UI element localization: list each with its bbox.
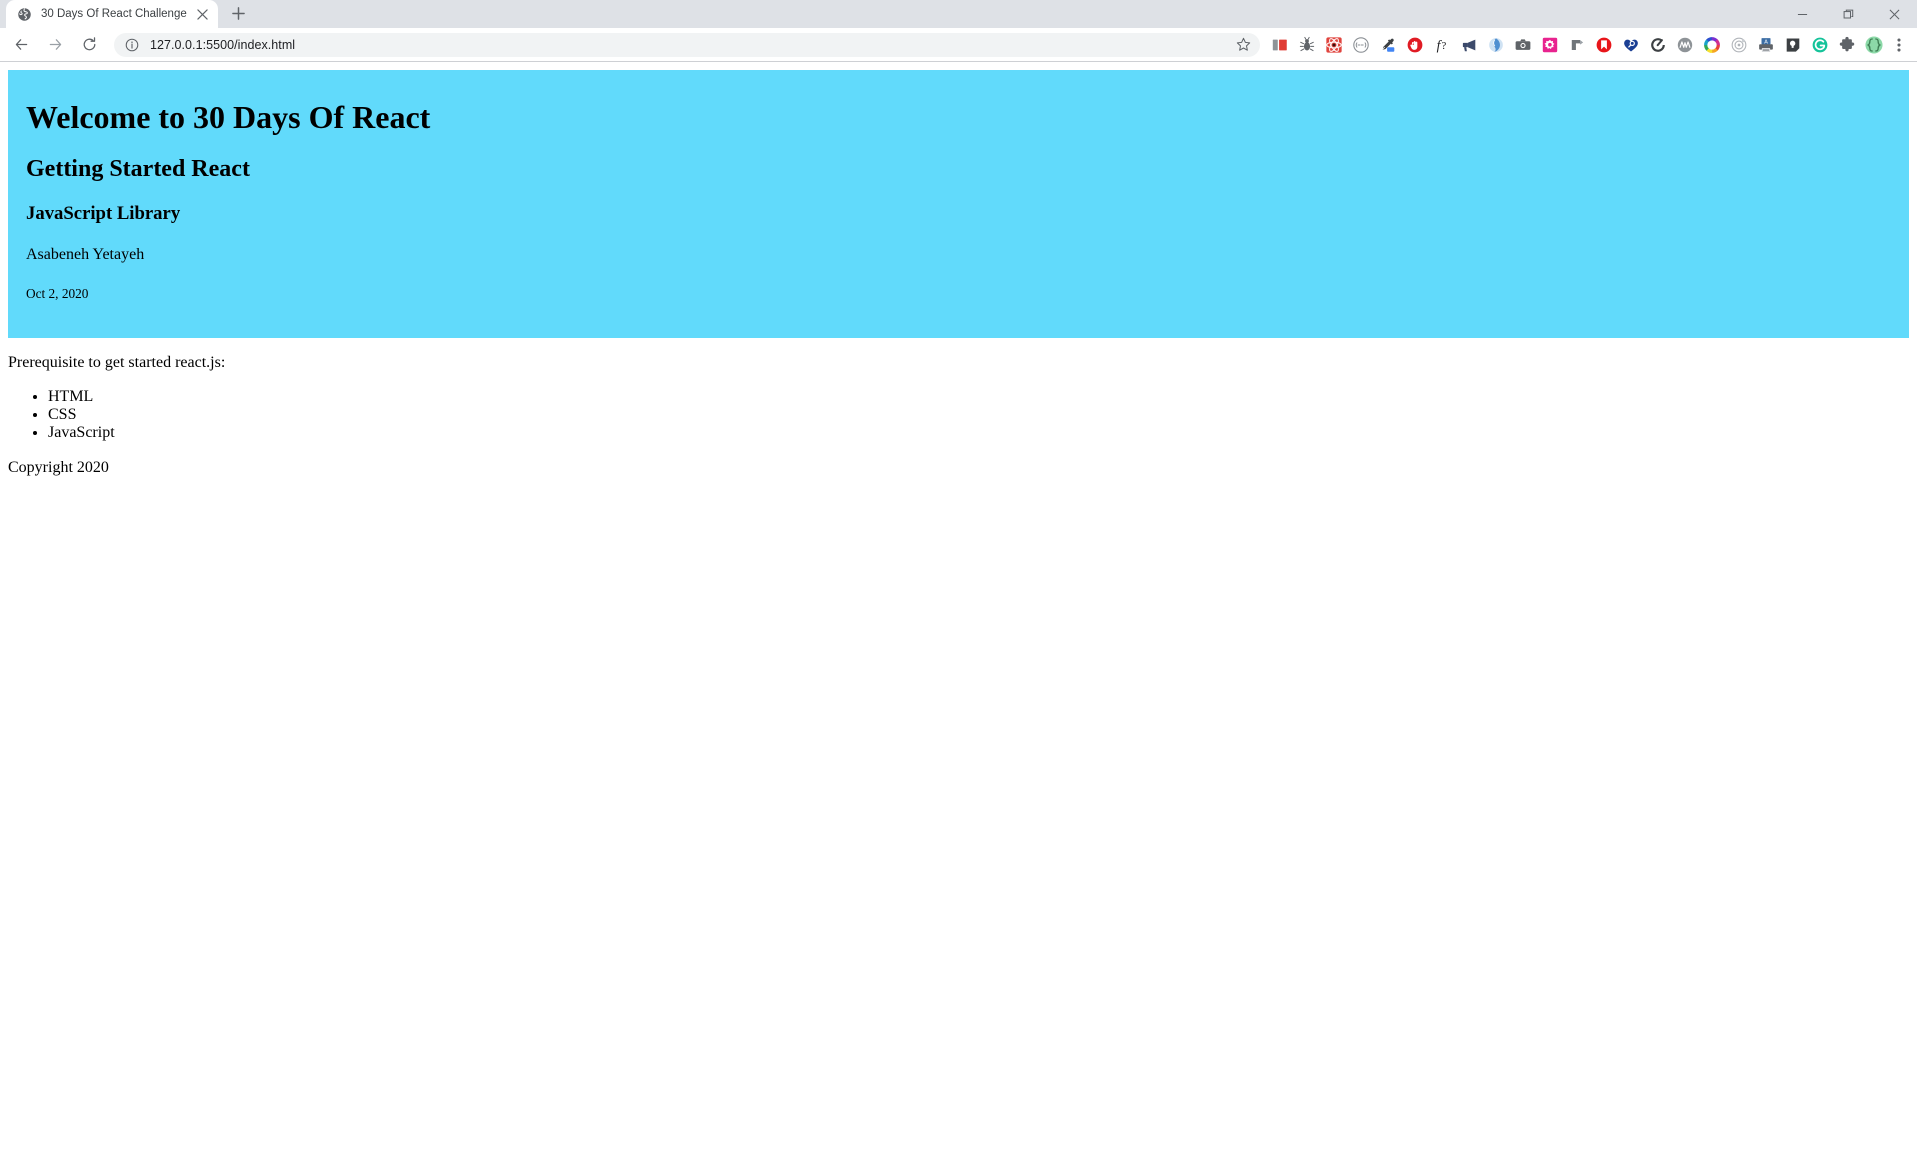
back-arrow-icon	[15, 39, 27, 50]
svg-text:?: ?	[1441, 40, 1446, 52]
megaphone-icon[interactable]	[1455, 31, 1482, 59]
copyright-text: Copyright 2020	[8, 458, 109, 476]
page-viewport: Welcome to 30 Days Of React Getting Star…	[0, 62, 1917, 1153]
list-item: JavaScript	[48, 424, 1909, 442]
page-topic: JavaScript Library	[26, 202, 181, 224]
printer-icon[interactable]: A	[1752, 31, 1779, 59]
reload-icon	[83, 37, 95, 51]
window-maximize-button[interactable]	[1825, 0, 1871, 28]
publish-date: Oct 2, 2020	[26, 285, 89, 301]
gray-arrow-icon[interactable]	[1563, 31, 1590, 59]
tab-strip: 30 Days Of React Challenge	[0, 0, 1917, 28]
dashed-circle-icon[interactable]	[1347, 31, 1374, 59]
url-text[interactable]: 127.0.0.1:5500/index.html	[150, 38, 1232, 52]
target-rings-icon[interactable]	[1725, 31, 1752, 59]
grammar-swirl-icon[interactable]	[1644, 31, 1671, 59]
color-wheel-icon[interactable]	[1698, 31, 1725, 59]
info-circle-icon[interactable]	[124, 37, 140, 53]
forward-arrow-icon	[49, 39, 61, 50]
globe-icon	[16, 6, 32, 22]
color-picker-eyedropper-icon[interactable]	[1374, 31, 1401, 59]
magenta-gear-icon[interactable]	[1536, 31, 1563, 59]
font-inspector-icon[interactable]: f ?	[1428, 31, 1455, 59]
json-braces-profile-icon[interactable]	[1860, 31, 1887, 59]
browser-toolbar: 127.0.0.1:5500/index.html f ? A	[0, 28, 1917, 62]
window-close-button[interactable]	[1871, 0, 1917, 28]
prerequisite-label: Prerequisite to get started react.js:	[8, 353, 226, 371]
page-subtitle: Getting Started React	[26, 155, 250, 182]
grammarly-g-icon[interactable]	[1806, 31, 1833, 59]
plus-icon	[231, 6, 245, 20]
wave-circle-icon[interactable]	[1671, 31, 1698, 59]
page-title: Welcome to 30 Days Of React	[26, 99, 431, 135]
window-minimize-button[interactable]	[1779, 0, 1825, 28]
browser-window: 30 Days Of React Challenge 127.0.0.1:550…	[0, 0, 1917, 1153]
tab-title: 30 Days Of React Challenge	[41, 8, 187, 20]
new-tab-button[interactable]	[224, 0, 252, 27]
opera-shield-icon[interactable]	[1401, 31, 1428, 59]
back-button[interactable]	[7, 31, 35, 59]
author-name: Asabeneh Yetayeh	[26, 245, 145, 263]
tab-close-icon[interactable]	[194, 6, 210, 22]
page-main-content: Prerequisite to get started react.js: HT…	[8, 354, 1909, 443]
close-icon	[1889, 9, 1899, 19]
reload-button[interactable]	[75, 31, 103, 59]
address-bar[interactable]: 127.0.0.1:5500/index.html	[114, 32, 1260, 57]
window-controls	[1779, 0, 1917, 28]
bug-debugger-icon[interactable]	[1293, 31, 1320, 59]
blue-swirl-icon[interactable]	[1482, 31, 1509, 59]
star-icon[interactable]	[1232, 34, 1254, 56]
list-item: CSS	[48, 406, 1909, 424]
blue-heart-icon[interactable]	[1617, 31, 1644, 59]
camera-screenshot-icon[interactable]	[1509, 31, 1536, 59]
page-footer: Copyright 2020	[8, 459, 1909, 477]
tab-30-days-of-react-challenge[interactable]: 30 Days Of React Challenge	[6, 0, 218, 28]
requirements-list: HTML CSS JavaScript	[8, 388, 1909, 443]
red-bookmark-icon[interactable]	[1590, 31, 1617, 59]
react-devtools-icon[interactable]	[1320, 31, 1347, 59]
forward-button[interactable]	[41, 31, 69, 59]
split-view-icon[interactable]	[1266, 31, 1293, 59]
lightbulb-note-icon[interactable]	[1779, 31, 1806, 59]
extensions-tray: f ? A	[1266, 31, 1911, 59]
puzzle-extensions-icon[interactable]	[1833, 31, 1860, 59]
list-item: HTML	[48, 388, 1909, 406]
page-header-banner: Welcome to 30 Days Of React Getting Star…	[8, 70, 1909, 338]
minimize-icon	[1797, 13, 1807, 15]
maximize-icon	[1843, 9, 1853, 18]
three-dot-menu-icon[interactable]	[1887, 31, 1911, 59]
